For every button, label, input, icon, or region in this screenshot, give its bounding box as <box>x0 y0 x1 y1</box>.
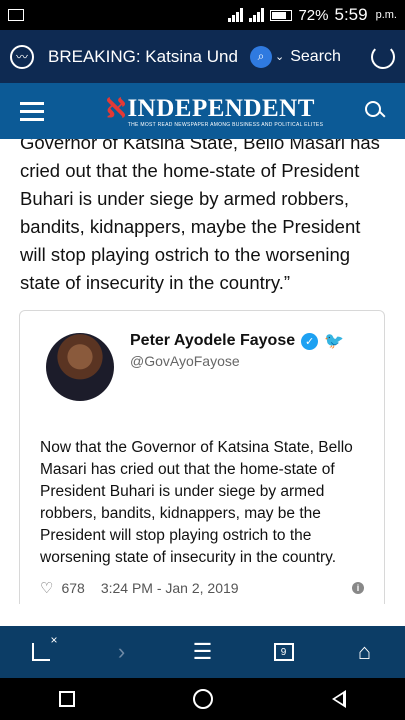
status-bar: 72% 5:59 p.m. <box>0 0 405 30</box>
tweet-author-name[interactable]: Peter Ayodele Fayose <box>130 332 295 350</box>
home-icon: ⌂ <box>357 639 372 664</box>
forward-button[interactable]: › <box>102 636 142 668</box>
tab-count: 9 <box>273 643 294 661</box>
battery-percent: 72% <box>298 6 329 24</box>
home-button[interactable]: ⌂ <box>345 636 385 668</box>
battery-icon <box>270 9 293 21</box>
avatar[interactable] <box>46 333 114 401</box>
menu-lines-icon: ☰ <box>192 639 213 664</box>
signal-h-icon <box>249 8 265 22</box>
recent-apps-button[interactable] <box>59 691 76 707</box>
home-nav-button[interactable] <box>193 689 214 709</box>
close-tab-icon <box>31 633 58 661</box>
site-logo[interactable]: ℵ INDEPENDENT THE MOST READ NEWSPAPER AM… <box>56 94 365 128</box>
tweet-author: Peter Ayodele Fayose ✓ 🐦 @GovAyoFayose <box>130 331 344 369</box>
info-icon[interactable]: i <box>352 582 364 594</box>
browser-toolbar: 〰 BREAKING: Katsina Und ⌕ ⌄ Search <box>0 30 405 83</box>
chevron-right-icon: › <box>117 639 126 664</box>
heart-icon[interactable]: ♡ <box>40 579 53 597</box>
article-quote: Governor of Katsina State, Bello Masari … <box>20 139 380 293</box>
signal-icon <box>228 8 244 22</box>
tweet-timestamp[interactable]: 3:24 PM - Jan 2, 2019 <box>101 580 239 596</box>
browser-logo-icon[interactable]: 〰 <box>10 44 34 69</box>
tweet-header: Peter Ayodele Fayose ✓ 🐦 @GovAyoFayose <box>40 327 364 401</box>
close-tab-button[interactable] <box>21 633 61 668</box>
embedded-tweet[interactable]: Peter Ayodele Fayose ✓ 🐦 @GovAyoFayose N… <box>19 310 385 604</box>
clock-ampm: p.m. <box>375 9 397 21</box>
menu-button[interactable]: ☰ <box>183 636 223 668</box>
tweet-like-count: 678 <box>61 580 85 596</box>
search-icon[interactable] <box>365 101 385 121</box>
chevron-down-icon: ⌄ <box>275 51 285 63</box>
tweet-author-handle[interactable]: @GovAyoFayose <box>130 353 344 369</box>
search-engine-selector[interactable]: ⌕ ⌄ Search <box>250 45 341 68</box>
tweet-meta: ♡ 678 3:24 PM - Jan 2, 2019 i <box>40 579 364 597</box>
search-label: Search <box>290 47 341 65</box>
status-left <box>8 9 228 21</box>
system-nav-bar <box>0 678 405 720</box>
page-title-field[interactable]: BREAKING: Katsina Und <box>48 47 238 67</box>
site-tagline: THE MOST READ NEWSPAPER AMONG BUSINESS A… <box>127 122 324 128</box>
browser-bottom-bar: › ☰ 9 ⌂ <box>0 626 405 678</box>
menu-icon[interactable] <box>20 101 44 121</box>
verified-badge-icon: ✓ <box>301 332 319 350</box>
reload-icon[interactable] <box>371 44 395 69</box>
tabs-button[interactable]: 9 <box>264 636 304 668</box>
site-name: INDEPENDENT <box>127 95 315 122</box>
tweet-text: Now that the Governor of Katsina State, … <box>40 439 353 566</box>
status-right: 72% 5:59 p.m. <box>228 5 397 25</box>
brand-figure-icon: ℵ <box>106 94 126 124</box>
back-button[interactable] <box>331 690 346 708</box>
twitter-bird-icon[interactable]: 🐦 <box>324 331 344 351</box>
site-header: ℵ INDEPENDENT THE MOST READ NEWSPAPER AM… <box>0 83 405 139</box>
clock-time: 5:59 <box>334 5 368 24</box>
search-engine-icon: ⌕ <box>250 45 272 68</box>
gallery-notification-icon <box>8 9 24 21</box>
article-body: Governor of Katsina State, Bello Masari … <box>0 139 405 604</box>
